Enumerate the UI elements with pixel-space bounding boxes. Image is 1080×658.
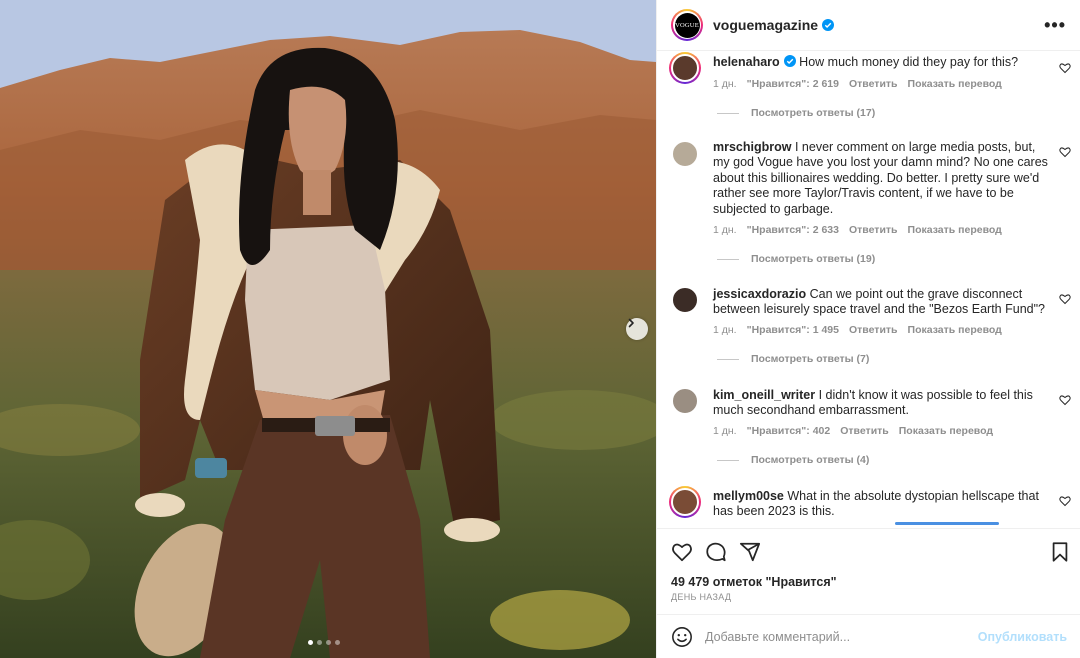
avatar[interactable] — [671, 286, 699, 314]
comment-username[interactable]: jessicaxdorazio — [713, 287, 806, 301]
comment-meta: 1 дн. "Нравится": 402 Ответить Показать … — [713, 425, 993, 437]
author-username[interactable]: voguemagazine — [713, 17, 835, 33]
carousel-dot — [335, 640, 340, 645]
post-date: ДЕНЬ НАЗАД — [671, 592, 732, 602]
vogue-logo: VOGUE — [674, 12, 700, 38]
reply-button[interactable]: Ответить — [849, 78, 898, 90]
avatar[interactable] — [669, 52, 701, 84]
comment-composer: Опубликовать — [657, 614, 1080, 658]
comment-likes[interactable]: "Нравится": 1 495 — [747, 324, 839, 336]
comment-username[interactable]: mellym00se — [713, 489, 784, 503]
publish-button[interactable]: Опубликовать — [978, 630, 1067, 644]
comment-text-wrap: jessicaxdorazio Can we point out the gra… — [713, 287, 1049, 318]
comments-list[interactable]: helenaharo How much money did they pay f… — [657, 52, 1080, 528]
carousel-dots — [308, 640, 340, 645]
heart-icon[interactable] — [671, 541, 693, 563]
comment-like-heart-icon[interactable] — [1059, 293, 1071, 305]
comment-meta: 1 дн. "Нравится": 2 619 Ответить Показат… — [713, 78, 1002, 90]
comment-time: 1 дн. — [713, 324, 737, 336]
avatar[interactable] — [671, 387, 699, 415]
comment-likes[interactable]: "Нравится": 2 619 — [747, 78, 839, 90]
comment-icon[interactable] — [705, 541, 727, 563]
reply-button[interactable]: Ответить — [849, 224, 898, 236]
view-replies-button[interactable]: Посмотреть ответы (7) — [717, 353, 869, 365]
translate-button[interactable]: Показать перевод — [908, 78, 1002, 90]
reply-button[interactable]: Ответить — [840, 425, 889, 437]
chevron-right-icon — [628, 318, 634, 328]
bookmark-icon[interactable] — [1049, 541, 1071, 563]
reply-button[interactable]: Ответить — [849, 324, 898, 336]
likes-count[interactable]: 49 479 отметок "Нравится" — [671, 575, 837, 589]
comment-text-wrap: helenaharo How much money did they pay f… — [713, 55, 1049, 70]
translate-button[interactable]: Показать перевод — [908, 224, 1002, 236]
comment-text: How much money did they pay for this? — [799, 55, 1019, 69]
comment-text-wrap: mrschigbrow I never comment on large med… — [713, 140, 1049, 217]
more-options-icon[interactable]: ••• — [1044, 15, 1066, 36]
verified-badge-icon — [822, 19, 835, 31]
post-actions-bar — [657, 528, 1080, 572]
comment-like-heart-icon[interactable] — [1059, 495, 1071, 507]
comment-likes[interactable]: "Нравится": 402 — [747, 425, 831, 437]
scroll-indicator — [895, 522, 999, 525]
comment-time: 1 дн. — [713, 425, 737, 437]
comment-text-wrap: kim_oneill_writer I didn't know it was p… — [713, 388, 1049, 419]
post-header: VOGUE voguemagazine ••• — [657, 0, 1080, 51]
translate-button[interactable]: Показать перевод — [908, 324, 1002, 336]
comment-time: 1 дн. — [713, 78, 737, 90]
carousel-next-button[interactable] — [626, 318, 648, 340]
verified-badge-icon — [783, 55, 796, 67]
comment-username[interactable]: mrschigbrow — [713, 140, 792, 154]
post-photo — [0, 0, 656, 658]
avatar[interactable] — [669, 486, 701, 518]
comment-username[interactable]: helenaharo — [713, 55, 780, 69]
carousel-dot — [308, 640, 313, 645]
comment-meta: 1 дн. "Нравится": 1 495 Ответить Показат… — [713, 324, 1002, 336]
carousel-dot — [326, 640, 331, 645]
view-replies-button[interactable]: Посмотреть ответы (19) — [717, 253, 875, 265]
comment-text-wrap: mellym00se What in the absolute dystopia… — [713, 489, 1049, 520]
comment-username[interactable]: kim_oneill_writer — [713, 388, 815, 402]
comment-like-heart-icon[interactable] — [1059, 62, 1071, 74]
post-photo-artwork — [0, 0, 656, 658]
author-avatar[interactable]: VOGUE — [671, 9, 703, 41]
share-icon[interactable] — [739, 541, 761, 563]
post-side-panel: VOGUE voguemagazine ••• helenaharo How m… — [656, 0, 1080, 658]
view-replies-button[interactable]: Посмотреть ответы (4) — [717, 454, 869, 466]
comment-meta: 1 дн. "Нравится": 2 633 Ответить Показат… — [713, 224, 1002, 236]
comment-like-heart-icon[interactable] — [1059, 146, 1071, 158]
avatar[interactable] — [671, 140, 699, 168]
view-replies-button[interactable]: Посмотреть ответы (17) — [717, 107, 875, 119]
translate-button[interactable]: Показать перевод — [899, 425, 993, 437]
comment-like-heart-icon[interactable] — [1059, 394, 1071, 406]
emoji-icon[interactable] — [671, 626, 693, 648]
comment-input[interactable] — [705, 629, 975, 644]
comment-time: 1 дн. — [713, 224, 737, 236]
comment-likes[interactable]: "Нравится": 2 633 — [747, 224, 839, 236]
carousel-dot — [317, 640, 322, 645]
